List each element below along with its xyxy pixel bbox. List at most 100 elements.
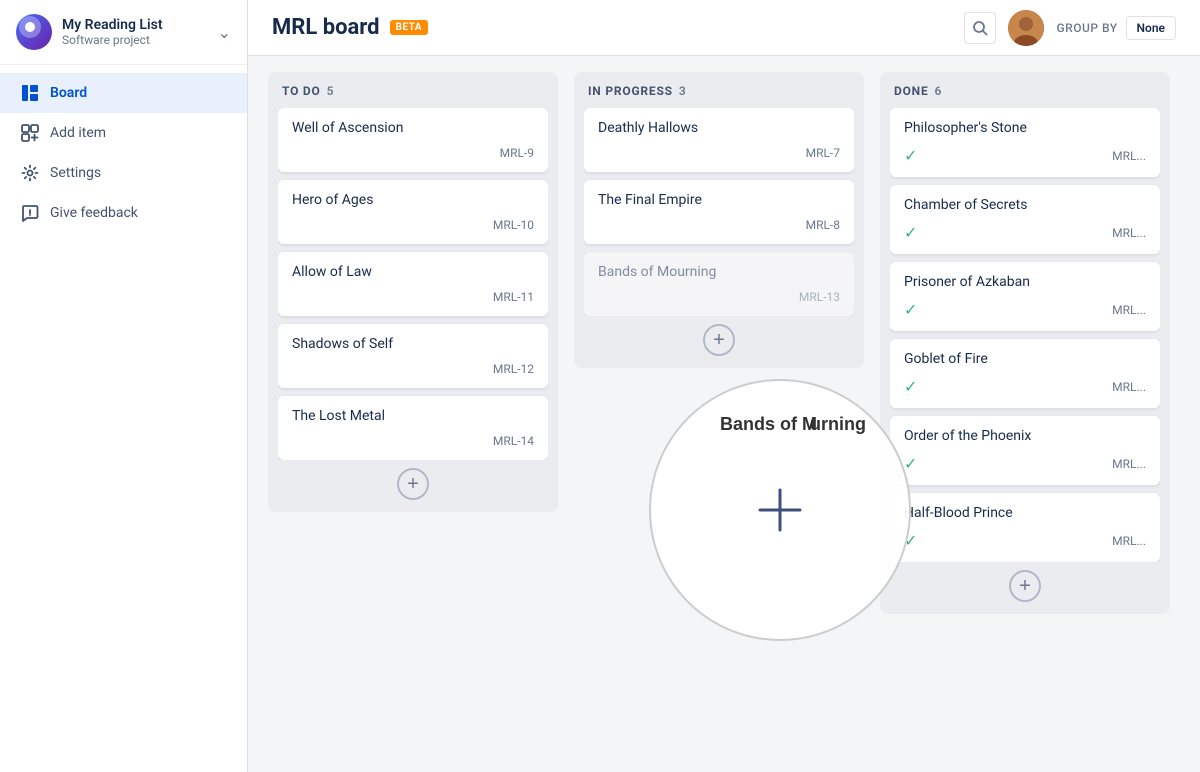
- add-card-button-done[interactable]: +: [1009, 570, 1041, 602]
- table-row[interactable]: Shadows of Self MRL-12: [278, 324, 548, 388]
- main-header: MRL board BETA: [248, 0, 1200, 56]
- sidebar-item-feedback-label: Give feedback: [50, 205, 138, 221]
- table-row[interactable]: Hero of Ages MRL-10: [278, 180, 548, 244]
- title-row: MRL board BETA: [272, 15, 428, 40]
- card-id: MRL-11: [493, 290, 534, 304]
- user-avatar[interactable]: [1008, 10, 1044, 46]
- table-row[interactable]: Philosopher's Stone ✓ MRL...: [890, 108, 1160, 177]
- board-icon: [20, 83, 40, 103]
- card-title: Hero of Ages: [292, 192, 534, 208]
- card-id: MRL-7: [806, 146, 840, 160]
- column-header-done: DONE 6: [890, 84, 1160, 98]
- check-icon: ✓: [904, 223, 917, 242]
- add-card-button-todo[interactable]: +: [397, 468, 429, 500]
- column-in-progress: IN PROGRESS 3 Deathly Hallows MRL-7 The …: [574, 72, 864, 368]
- card-id: MRL-12: [493, 362, 534, 376]
- project-logo: [16, 14, 52, 50]
- card-title: Shadows of Self: [292, 336, 534, 352]
- check-icon: ✓: [904, 454, 917, 473]
- cards-list-todo: Well of Ascension MRL-9 Hero of Ages MRL…: [278, 108, 548, 460]
- column-title-todo: TO DO: [282, 84, 321, 98]
- card-title: Allow of Law: [292, 264, 534, 280]
- card-title: Half-Blood Prince: [904, 505, 1146, 521]
- card-id: MRL-8: [806, 218, 840, 232]
- avatar-face-icon: [1008, 10, 1044, 46]
- card-title: The Lost Metal: [292, 408, 534, 424]
- table-row[interactable]: Well of Ascension MRL-9: [278, 108, 548, 172]
- table-row[interactable]: Deathly Hallows MRL-7: [584, 108, 854, 172]
- card-id: MRL-14: [493, 434, 534, 448]
- add-card-button-in-progress[interactable]: +: [703, 324, 735, 356]
- card-id: MRL-10: [493, 218, 534, 232]
- sidebar-item-settings[interactable]: Settings: [0, 153, 247, 193]
- check-icon: ✓: [904, 377, 917, 396]
- table-row[interactable]: Allow of Law MRL-11: [278, 252, 548, 316]
- sidebar-item-board[interactable]: Board: [0, 73, 247, 113]
- card-id: MRL...: [1112, 303, 1146, 317]
- table-row[interactable]: Prisoner of Azkaban ✓ MRL...: [890, 262, 1160, 331]
- column-header-in-progress: IN PROGRESS 3: [584, 84, 854, 98]
- board-area: TO DO 5 Well of Ascension MRL-9 Hero of …: [248, 56, 1200, 772]
- card-id: MRL-9: [500, 146, 534, 160]
- card-title: Philosopher's Stone: [904, 120, 1146, 136]
- card-id: MRL-13: [799, 290, 840, 304]
- project-name: My Reading List: [62, 17, 218, 33]
- main-content: MRL board BETA: [248, 0, 1200, 772]
- column-title-done: DONE: [894, 84, 929, 98]
- table-row[interactable]: The Lost Metal MRL-14: [278, 396, 548, 460]
- group-by-control: GROUP BY None: [1056, 16, 1176, 40]
- card-title: Well of Ascension: [292, 120, 534, 136]
- page-title: MRL board: [272, 15, 380, 40]
- check-icon: ✓: [904, 531, 917, 550]
- sidebar-item-settings-label: Settings: [50, 165, 101, 181]
- card-title: Deathly Hallows: [598, 120, 840, 136]
- avatar-image: [1008, 10, 1044, 46]
- search-icon: [972, 20, 988, 36]
- sidebar: My Reading List Software project ⌄ Board: [0, 0, 248, 772]
- column-count-todo: 5: [327, 84, 334, 98]
- sidebar-item-add-label: Add item: [50, 125, 106, 141]
- sidebar-item-feedback[interactable]: Give feedback: [0, 193, 247, 233]
- column-count-done: 6: [935, 84, 942, 98]
- column-done: DONE 6 Philosopher's Stone ✓ MRL... Cham…: [880, 72, 1170, 614]
- card-title: The Final Empire: [598, 192, 840, 208]
- card-title: Goblet of Fire: [904, 351, 1146, 367]
- card-title: Prisoner of Azkaban: [904, 274, 1146, 290]
- card-title: Bands of Mourning: [598, 264, 840, 280]
- card-id: MRL...: [1112, 380, 1146, 394]
- card-title: Order of the Phoenix: [904, 428, 1146, 444]
- sidebar-navigation: Board Add item Se: [0, 65, 247, 772]
- card-id: MRL...: [1112, 226, 1146, 240]
- search-button[interactable]: [964, 12, 996, 44]
- column-header-todo: TO DO 5: [278, 84, 548, 98]
- feedback-icon: [20, 203, 40, 223]
- card-title: Chamber of Secrets: [904, 197, 1146, 213]
- chevron-down-icon: ⌄: [218, 23, 231, 42]
- card-id: MRL...: [1112, 457, 1146, 471]
- cards-list-done: Philosopher's Stone ✓ MRL... Chamber of …: [890, 108, 1160, 562]
- header-actions: GROUP BY None: [964, 10, 1176, 46]
- beta-badge: BETA: [390, 20, 429, 35]
- column-todo: TO DO 5 Well of Ascension MRL-9 Hero of …: [268, 72, 558, 512]
- card-id: MRL...: [1112, 534, 1146, 548]
- table-row[interactable]: Half-Blood Prince ✓ MRL...: [890, 493, 1160, 562]
- table-row[interactable]: Goblet of Fire ✓ MRL...: [890, 339, 1160, 408]
- sidebar-item-board-label: Board: [50, 85, 87, 101]
- card-id: MRL...: [1112, 149, 1146, 163]
- project-type: Software project: [62, 33, 218, 47]
- group-by-value[interactable]: None: [1126, 16, 1176, 40]
- add-item-icon: [20, 123, 40, 143]
- check-icon: ✓: [904, 146, 917, 165]
- column-count-in-progress: 3: [679, 84, 686, 98]
- sidebar-item-add-item[interactable]: Add item: [0, 113, 247, 153]
- settings-icon: [20, 163, 40, 183]
- table-row[interactable]: Bands of Mourning MRL-13: [584, 252, 854, 316]
- group-by-label: GROUP BY: [1056, 21, 1117, 35]
- table-row[interactable]: The Final Empire MRL-8: [584, 180, 854, 244]
- table-row[interactable]: Chamber of Secrets ✓ MRL...: [890, 185, 1160, 254]
- cards-list-in-progress: Deathly Hallows MRL-7 The Final Empire M…: [584, 108, 854, 316]
- table-row[interactable]: Order of the Phoenix ✓ MRL...: [890, 416, 1160, 485]
- check-icon: ✓: [904, 300, 917, 319]
- project-header[interactable]: My Reading List Software project ⌄: [0, 0, 247, 65]
- column-title-in-progress: IN PROGRESS: [588, 84, 673, 98]
